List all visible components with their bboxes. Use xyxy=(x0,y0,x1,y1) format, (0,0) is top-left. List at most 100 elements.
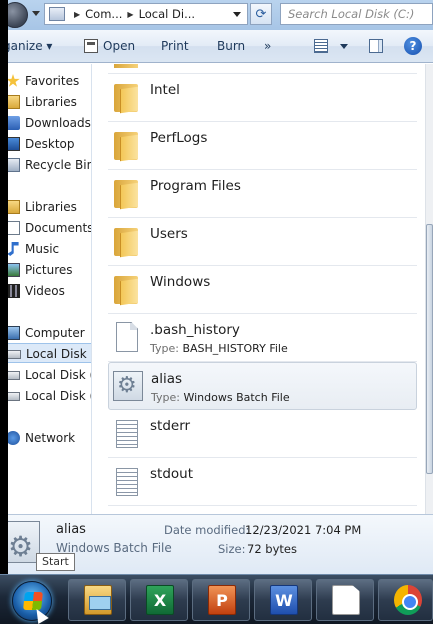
nav-computer[interactable]: Computer xyxy=(0,323,91,343)
type-value: BASH_HISTORY File xyxy=(182,342,288,355)
list-item-program-files[interactable]: Program Files xyxy=(108,170,417,218)
file-icon xyxy=(116,322,138,352)
nav-label: Videos xyxy=(25,284,65,298)
window-edge xyxy=(0,0,8,574)
list-item-stderr[interactable]: stderr xyxy=(108,410,417,458)
view-options-dropdown-icon[interactable] xyxy=(340,44,348,49)
list-item-intel[interactable]: Intel xyxy=(108,74,417,122)
organize-button[interactable]: ganize ▾ xyxy=(3,39,52,53)
nav-downloads[interactable]: Downloads xyxy=(0,113,91,133)
nav-recycle-bin[interactable]: Recycle Bin xyxy=(0,155,92,175)
refresh-button[interactable]: ⟳ xyxy=(250,3,272,25)
chevron-down-icon[interactable] xyxy=(233,12,241,17)
list-item-alias[interactable]: alias Type: Windows Batch File xyxy=(108,362,417,410)
scrollbar-thumb[interactable] xyxy=(426,224,433,474)
breadcrumb-local-disk[interactable]: Local Di... xyxy=(139,7,195,21)
folder-icon xyxy=(114,64,138,68)
file-name: Intel xyxy=(150,82,180,98)
nav-pictures[interactable]: Pictures xyxy=(0,260,91,280)
list-item-stdout[interactable]: stdout xyxy=(108,458,417,506)
nav-videos[interactable]: Videos xyxy=(0,281,91,301)
nav-label: Pictures xyxy=(25,263,73,277)
star-icon xyxy=(6,74,20,87)
pictures-icon xyxy=(6,263,20,277)
nav-local-disk-f[interactable]: Local Disk (F xyxy=(0,386,91,406)
nav-label: Music xyxy=(25,242,60,256)
taskbar-notepad[interactable] xyxy=(316,579,374,621)
taskbar-chrome[interactable] xyxy=(378,579,433,621)
taskbar-excel[interactable]: X xyxy=(130,579,188,621)
nav-libraries[interactable]: Libraries xyxy=(0,197,91,217)
change-view-icon[interactable] xyxy=(314,39,328,53)
nav-label: Local Disk (D xyxy=(25,368,91,382)
breadcrumb[interactable]: ▶ Com... ▶ Local Di... xyxy=(44,3,248,25)
drive-icon xyxy=(6,371,20,380)
blank-document-icon xyxy=(332,585,360,615)
nav-favorites[interactable]: Favorites xyxy=(0,71,91,91)
nav-documents[interactable]: Documents xyxy=(0,218,91,238)
list-item-users[interactable]: Users xyxy=(108,218,417,266)
nav-label: Recycle Bin xyxy=(25,158,92,172)
nav-label: Desktop xyxy=(25,137,75,151)
file-name: PerfLogs xyxy=(150,130,208,146)
folder-icon xyxy=(114,274,138,306)
folder-icon xyxy=(114,226,138,258)
size-value: 72 bytes xyxy=(247,542,297,556)
folder-icon xyxy=(114,178,138,210)
network-icon xyxy=(6,431,20,445)
libraries-icon xyxy=(6,200,20,214)
powerpoint-icon: P xyxy=(208,585,236,615)
taskbar-explorer[interactable] xyxy=(68,579,126,621)
burn-button[interactable]: Burn xyxy=(217,39,245,53)
search-input[interactable]: Search Local Disk (C:) xyxy=(280,3,433,25)
nav-network[interactable]: Network xyxy=(0,428,91,448)
list-item-perflogs[interactable]: PerfLogs xyxy=(108,122,417,170)
more-commands-button[interactable]: » xyxy=(264,39,271,53)
taskbar-word[interactable]: W xyxy=(254,579,312,621)
nav-label: Libraries xyxy=(25,200,77,214)
details-file-name: alias xyxy=(56,522,86,537)
excel-icon: X xyxy=(146,585,174,615)
help-icon[interactable]: ? xyxy=(404,37,422,55)
list-item-windows[interactable]: Windows xyxy=(108,266,417,314)
word-icon: W xyxy=(270,585,298,615)
date-modified-value: 12/23/2021 7:04 PM xyxy=(245,523,362,537)
type-label: Type: xyxy=(151,391,180,404)
address-bar: ▶ Com... ▶ Local Di... ⟳ Search Local Di… xyxy=(0,0,433,30)
list-item[interactable] xyxy=(108,64,417,74)
nav-local-disk-d[interactable]: Local Disk (D xyxy=(0,365,91,385)
taskbar-powerpoint[interactable]: P xyxy=(192,579,250,621)
open-button[interactable]: Open xyxy=(103,39,135,53)
nav-favorites-libraries[interactable]: Libraries xyxy=(0,92,91,112)
file-type: Type: Windows Batch File xyxy=(151,391,290,404)
preview-pane-icon[interactable] xyxy=(369,39,383,53)
list-item-bash-history[interactable]: .bash_history Type: BASH_HISTORY File xyxy=(108,314,417,362)
explorer-icon xyxy=(84,585,112,615)
file-name: .bash_history xyxy=(150,322,240,338)
documents-icon xyxy=(6,221,20,235)
start-tooltip: Start xyxy=(36,553,75,571)
recent-pages-dropdown-icon[interactable] xyxy=(32,11,40,16)
vertical-scrollbar[interactable] xyxy=(425,64,433,514)
type-value: Windows Batch File xyxy=(183,391,290,404)
music-icon xyxy=(7,242,19,256)
chrome-icon xyxy=(394,585,422,615)
videos-icon xyxy=(6,284,20,298)
navigation-pane: Favorites Libraries Downloads Desktop Re… xyxy=(0,64,92,514)
nav-music[interactable]: Music xyxy=(0,239,91,259)
file-name: alias xyxy=(151,371,183,387)
folder-icon xyxy=(114,130,138,162)
breadcrumb-separator-icon[interactable]: ▶ xyxy=(127,10,133,19)
nav-label: Downloads xyxy=(25,116,91,130)
libraries-icon xyxy=(6,95,20,109)
nav-local-disk-c[interactable]: Local Disk (C xyxy=(0,343,91,363)
print-button[interactable]: Print xyxy=(161,39,189,53)
drive-icon xyxy=(6,392,20,401)
nav-desktop[interactable]: Desktop xyxy=(0,134,91,154)
breadcrumb-computer[interactable]: Com... xyxy=(85,7,122,21)
breadcrumb-separator-icon[interactable]: ▶ xyxy=(74,10,80,19)
recycle-bin-icon xyxy=(6,158,20,172)
file-name: stderr xyxy=(150,418,191,434)
batch-file-icon xyxy=(4,521,40,563)
nav-label: Network xyxy=(25,431,76,445)
